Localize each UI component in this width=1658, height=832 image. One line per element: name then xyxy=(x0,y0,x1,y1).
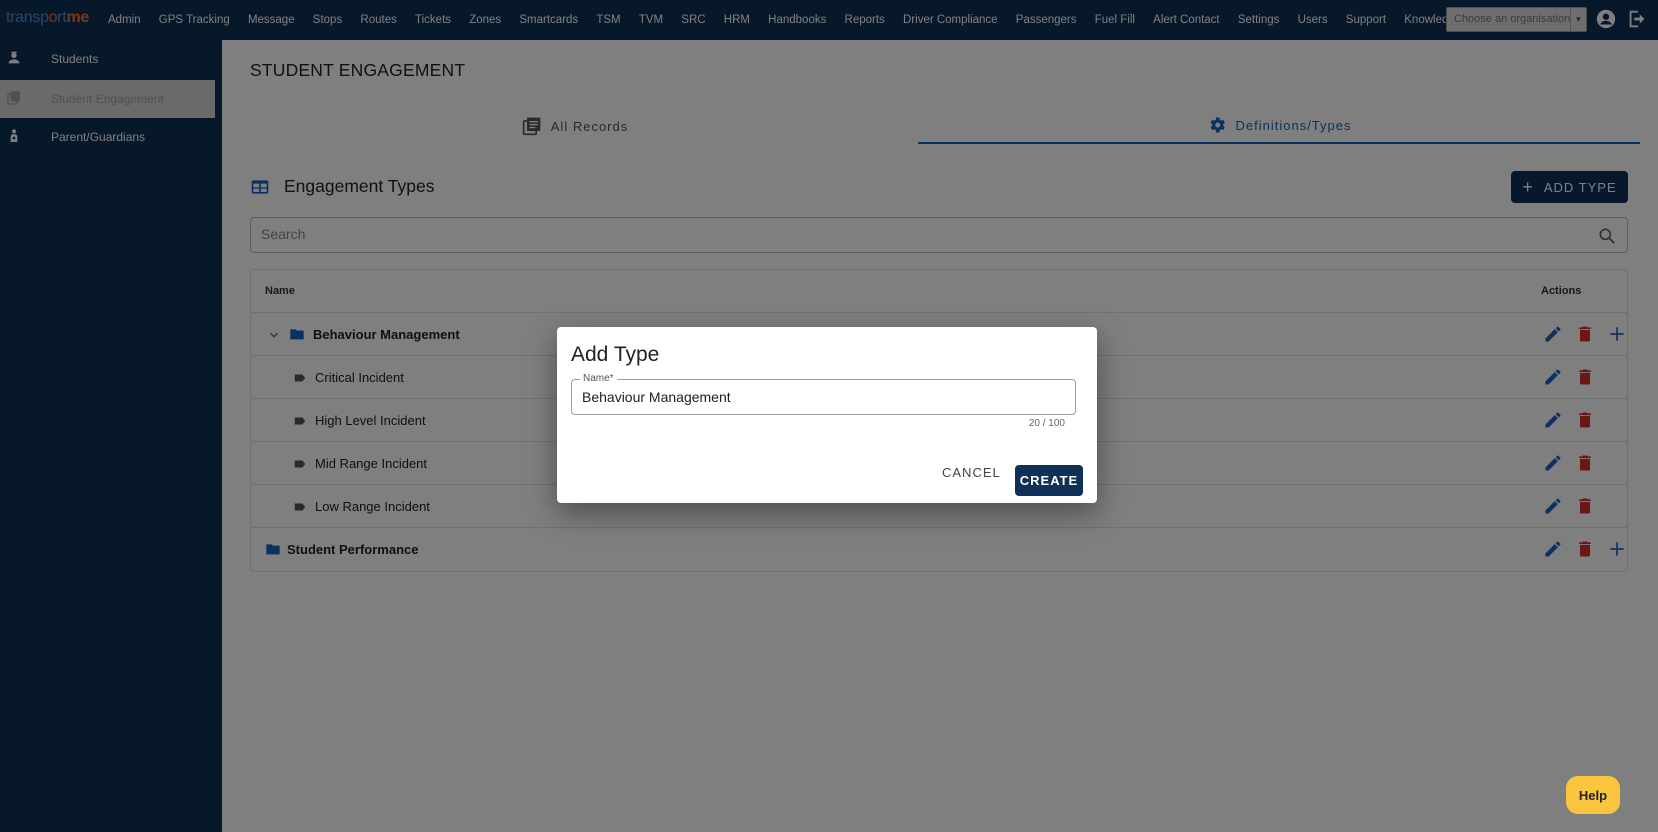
name-field[interactable]: Name* Behaviour Management xyxy=(571,373,1076,415)
name-input[interactable]: Behaviour Management xyxy=(582,389,731,405)
dialog-title: Add Type xyxy=(571,343,660,366)
name-field-label: Name* xyxy=(580,373,617,384)
create-button[interactable]: CREATE xyxy=(1015,465,1083,496)
help-button[interactable]: Help xyxy=(1566,776,1620,814)
character-counter: 20 / 100 xyxy=(1028,418,1065,429)
add-type-dialog: Add Type Name* Behaviour Management 20 /… xyxy=(557,327,1097,503)
cancel-button[interactable]: CANCEL xyxy=(942,465,1001,480)
